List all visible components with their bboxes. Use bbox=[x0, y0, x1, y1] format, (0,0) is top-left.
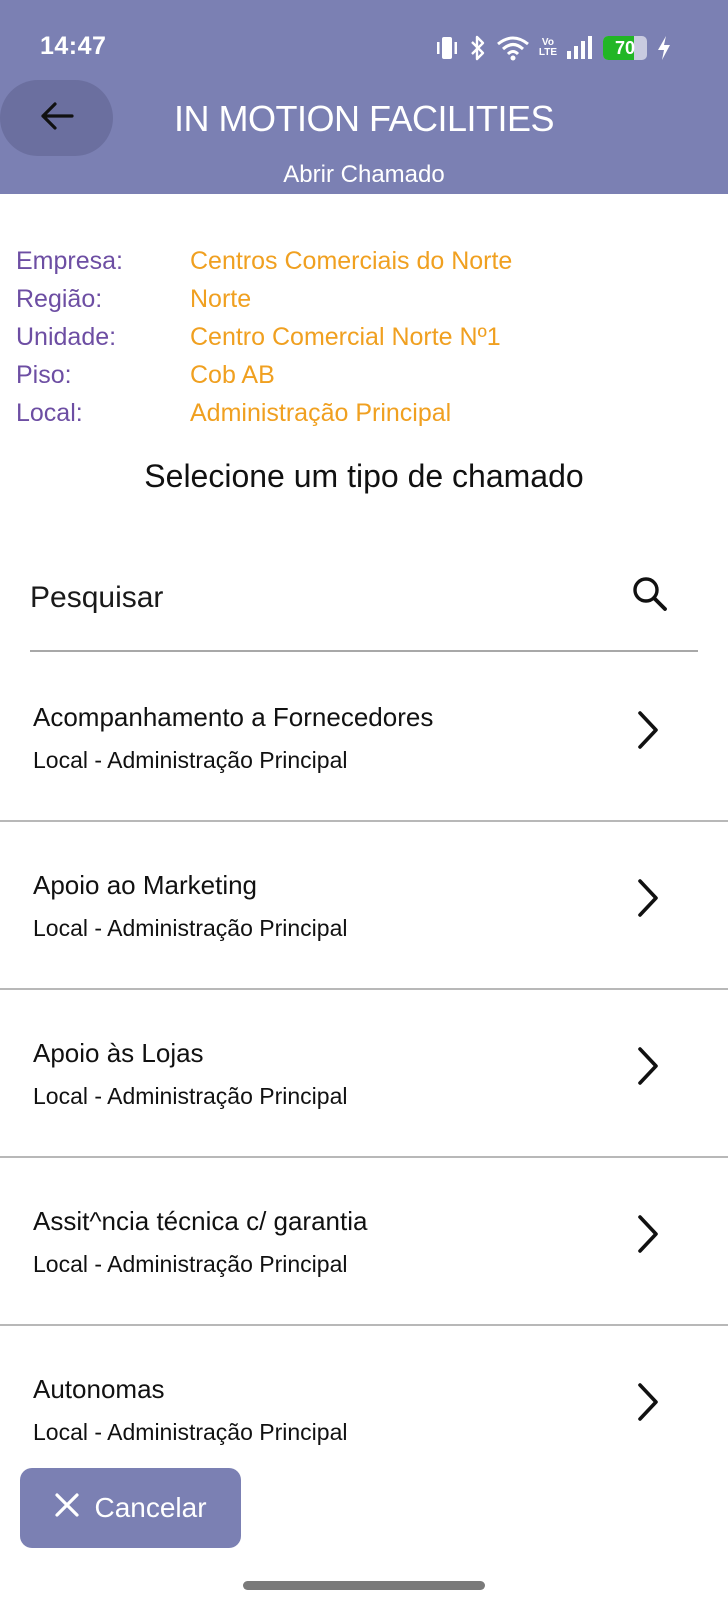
cancel-button[interactable]: Cancelar bbox=[20, 1468, 241, 1548]
info-value: Administração Principal bbox=[190, 398, 452, 427]
info-label: Região: bbox=[16, 284, 103, 313]
app-header: 14:47 Vo LTE 70 IN MOTION FACILITIES Abr… bbox=[0, 0, 728, 194]
status-icons: Vo LTE 70 bbox=[434, 30, 672, 66]
battery-level: 70 bbox=[614, 38, 636, 58]
list-item[interactable]: Acompanhamento a Fornecedores Local - Ad… bbox=[0, 654, 728, 822]
chevron-right-icon bbox=[636, 1214, 660, 1259]
chevron-right-icon bbox=[636, 1046, 660, 1091]
item-subtitle: Local - Administração Principal bbox=[33, 1419, 348, 1445]
chevron-right-icon bbox=[636, 1382, 660, 1427]
volte-indicator: Vo LTE bbox=[539, 38, 557, 58]
info-row-empresa: Empresa: Centros Comerciais do Norte bbox=[16, 242, 512, 280]
charging-icon bbox=[656, 35, 672, 61]
list-item[interactable]: Apoio ao Marketing Local - Administração… bbox=[0, 822, 728, 990]
home-indicator[interactable] bbox=[243, 1581, 485, 1590]
battery-indicator: 70 bbox=[603, 36, 647, 60]
bluetooth-icon bbox=[469, 35, 487, 61]
chevron-right-icon bbox=[636, 878, 660, 923]
info-row-local: Local: Administração Principal bbox=[16, 394, 512, 432]
chevron-right-icon bbox=[636, 710, 660, 755]
close-icon bbox=[54, 1492, 80, 1525]
location-info: Empresa: Centros Comerciais do Norte Reg… bbox=[16, 242, 512, 432]
search-icon[interactable] bbox=[630, 574, 670, 619]
info-row-unidade: Unidade: Centro Comercial Norte Nº1 bbox=[16, 318, 512, 356]
wifi-icon bbox=[496, 35, 530, 61]
item-title: Apoio às Lojas bbox=[33, 1038, 204, 1068]
page-subtitle: Abrir Chamado bbox=[283, 161, 445, 188]
info-value: Centros Comerciais do Norte bbox=[190, 246, 513, 275]
vibrate-icon bbox=[434, 35, 460, 61]
info-value: Cob AB bbox=[190, 360, 275, 389]
info-row-regiao: Região: Norte bbox=[16, 280, 512, 318]
list-item[interactable]: Assit^ncia técnica c/ garantia Local - A… bbox=[0, 1158, 728, 1326]
volte-label-bottom: LTE bbox=[538, 47, 557, 58]
ticket-type-list: Acompanhamento a Fornecedores Local - Ad… bbox=[0, 654, 728, 1494]
section-title: Selecione um tipo de chamado bbox=[144, 458, 584, 494]
status-time: 14:47 bbox=[40, 32, 107, 60]
list-item[interactable]: Apoio às Lojas Local - Administração Pri… bbox=[0, 990, 728, 1158]
info-label: Local: bbox=[16, 398, 83, 427]
item-title: Acompanhamento a Fornecedores bbox=[33, 702, 434, 732]
info-label: Empresa: bbox=[16, 246, 123, 275]
status-bar: 14:47 Vo LTE 70 bbox=[0, 0, 728, 72]
search-bar[interactable] bbox=[30, 558, 698, 652]
item-title: Apoio ao Marketing bbox=[33, 870, 258, 900]
app-title: IN MOTION FACILITIES bbox=[173, 98, 555, 139]
info-value: Norte bbox=[190, 284, 252, 313]
item-title: Assit^ncia técnica c/ garantia bbox=[33, 1206, 368, 1236]
item-title: Autonomas bbox=[33, 1374, 165, 1404]
info-value: Centro Comercial Norte Nº1 bbox=[190, 322, 501, 351]
search-input[interactable] bbox=[30, 576, 590, 620]
item-subtitle: Local - Administração Principal bbox=[33, 915, 348, 941]
item-subtitle: Local - Administração Principal bbox=[33, 1083, 348, 1109]
info-row-piso: Piso: Cob AB bbox=[16, 356, 512, 394]
cancel-label: Cancelar bbox=[94, 1492, 207, 1523]
item-subtitle: Local - Administração Principal bbox=[33, 747, 348, 773]
info-label: Unidade: bbox=[16, 322, 117, 351]
item-subtitle: Local - Administração Principal bbox=[33, 1251, 348, 1277]
signal-icon bbox=[566, 35, 594, 61]
info-label: Piso: bbox=[16, 360, 72, 389]
